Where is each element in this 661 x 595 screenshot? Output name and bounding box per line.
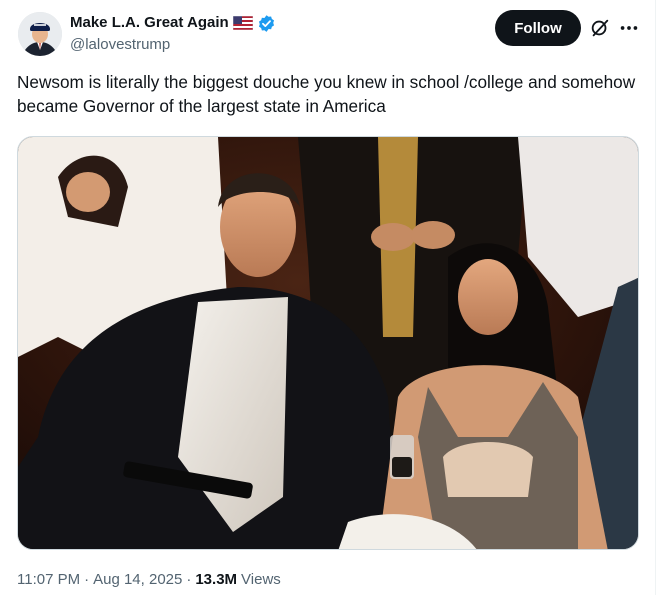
party-photo-image bbox=[18, 137, 638, 549]
author-avatar[interactable] bbox=[18, 12, 62, 56]
grok-icon[interactable] bbox=[589, 17, 611, 39]
more-options-icon[interactable] bbox=[618, 17, 640, 39]
views-count: 13.3M bbox=[195, 571, 238, 588]
author-handle[interactable]: @lalovestrump bbox=[70, 35, 170, 55]
tweet-time[interactable]: 11:07 PM bbox=[17, 570, 80, 590]
author-display-name[interactable]: Make L.A. Great Again bbox=[70, 13, 229, 33]
author-name-row: Make L.A. Great Again bbox=[70, 13, 276, 33]
tweet-photo[interactable] bbox=[17, 136, 639, 550]
tweet-text: Newsom is literally the biggest douche y… bbox=[17, 72, 640, 116]
meta-separator: · bbox=[84, 571, 90, 588]
avatar-image bbox=[18, 12, 62, 56]
tweet-date[interactable]: Aug 14, 2025 bbox=[93, 570, 182, 590]
views-label: Views bbox=[241, 571, 281, 588]
column-divider bbox=[655, 0, 656, 595]
verified-badge-icon[interactable] bbox=[257, 14, 276, 33]
tweet-meta: 11:07 PM · Aug 14, 2025 · 13.3M Views bbox=[17, 570, 281, 590]
us-flag-icon bbox=[232, 16, 253, 30]
meta-separator: · bbox=[186, 571, 192, 588]
follow-button[interactable]: Follow bbox=[495, 10, 581, 46]
